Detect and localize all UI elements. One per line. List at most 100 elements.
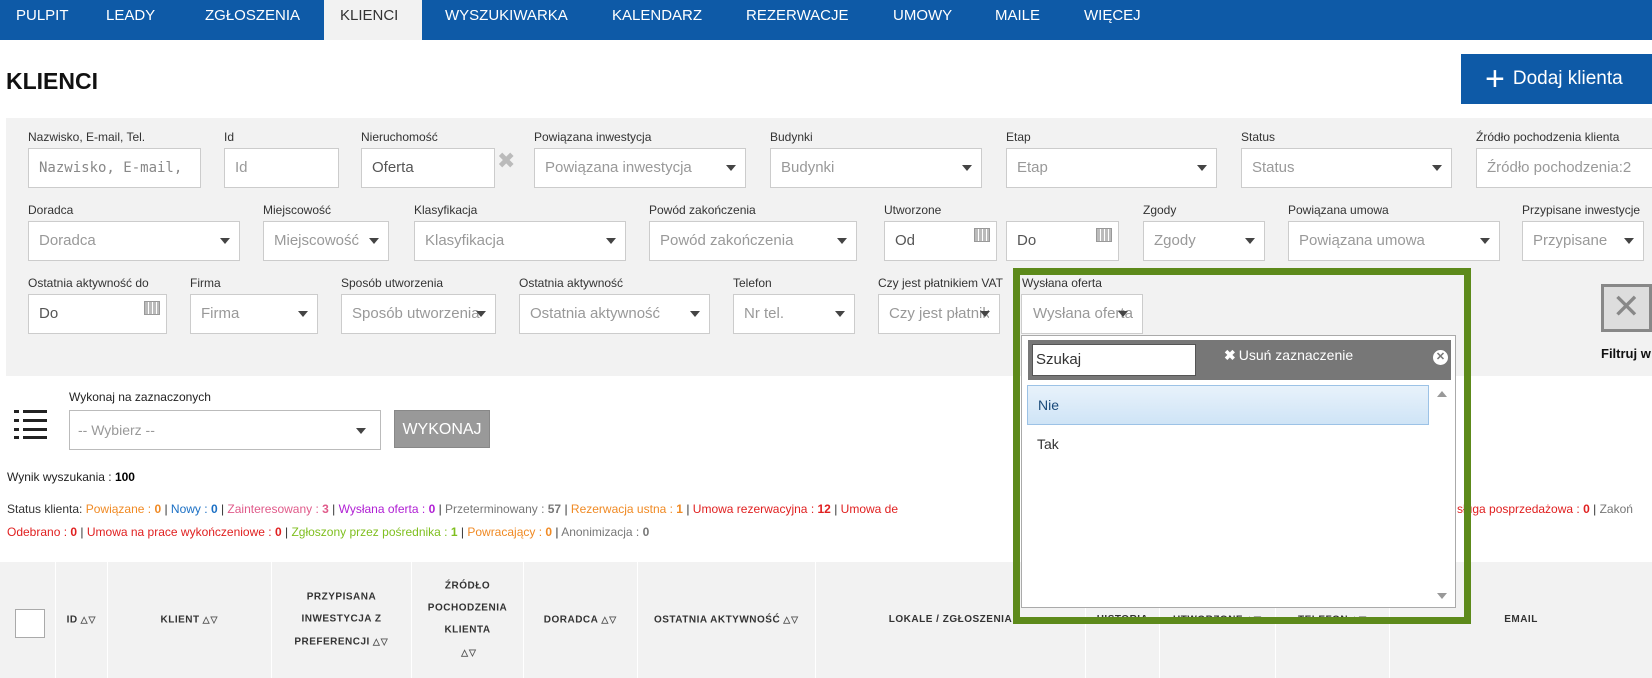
sort-icon: △▽ (783, 614, 800, 625)
status-link[interactable]: Zgłoszony przez pośrednika : (291, 525, 450, 539)
filter-label-vat: Czy jest płatnikiem VAT (878, 276, 1003, 290)
status-link[interactable]: Odebrano : (7, 525, 70, 539)
chevron-down-icon (369, 238, 379, 244)
filter-label-status: Status (1241, 130, 1276, 144)
bulk-action-select[interactable]: -- Wybierz -- (69, 410, 381, 450)
column-last-activity[interactable]: OSTATNIA AKTYWNOŚĆ △▽ (638, 562, 816, 678)
column-id[interactable]: ID △▽ (56, 562, 108, 678)
filter-label-classification: Klasyfikacja (414, 203, 478, 217)
classification-select[interactable]: Klasyfikacja (414, 221, 626, 261)
buildings-select[interactable]: Budynki (770, 148, 982, 188)
vat-payer-select[interactable]: Czy jest płatnikiem VAT (878, 294, 1000, 334)
add-client-button[interactable]: + Dodaj klienta (1461, 54, 1652, 104)
filter-label-phone: Telefon (733, 276, 772, 290)
list-icon[interactable] (14, 408, 47, 439)
dropdown-scrollbar[interactable] (1432, 385, 1452, 605)
nav-item-kalendarz[interactable]: KALENDARZ (596, 0, 718, 40)
id-input[interactable]: Id (224, 148, 339, 188)
nav-item-rezerwacje[interactable]: REZERWACJE (730, 0, 865, 40)
nav-item-wyszukiwarka[interactable]: WYSZUKIWARKA (429, 0, 584, 40)
filter-label-buildings: Budynki (770, 130, 813, 144)
status-link[interactable]: sługa posprzedażowa : (1457, 502, 1583, 516)
status-link[interactable]: Zainteresowany : (227, 502, 322, 516)
filter-label-investment: Powiązana inwestycja (534, 130, 652, 144)
status-link[interactable]: Powiązane : (86, 502, 155, 516)
status-link[interactable]: Umowa na prace wykończeniowe : (87, 525, 275, 539)
status-link[interactable]: Anonimizacja : (561, 525, 642, 539)
last-activity-select[interactable]: Ostatnia aktywność (519, 294, 710, 334)
clear-selection-button[interactable]: ✖ Usuń zaznaczenie (1224, 347, 1353, 364)
status-link[interactable]: Powracający : (467, 525, 545, 539)
nav-item-leady[interactable]: LEADY (90, 0, 171, 40)
chevron-down-icon (837, 238, 847, 244)
calendar-icon[interactable] (144, 301, 160, 315)
creation-method-select[interactable]: Sposób utworzenia (341, 294, 496, 334)
chevron-down-icon (726, 165, 736, 171)
column-client[interactable]: KLIENT △▽ (108, 562, 272, 678)
filter-label-company: Firma (190, 276, 221, 290)
dropdown-option-tak[interactable]: Tak (1027, 425, 1429, 465)
contract-select[interactable]: Powiązana umowa (1288, 221, 1500, 261)
assigned-investments-select[interactable]: Przypisane (1522, 221, 1644, 261)
dropdown-option-nie[interactable]: Nie (1027, 385, 1429, 425)
chevron-down-icon (1432, 165, 1442, 171)
results-count: Wynik wyszukania : 100 (7, 470, 135, 484)
select-all-checkbox[interactable] (15, 609, 45, 638)
status-link[interactable]: Wysłana oferta : (339, 502, 429, 516)
end-reason-select[interactable]: Powód zakończenia (649, 221, 857, 261)
calendar-icon[interactable] (974, 228, 990, 242)
consents-select[interactable]: Zgody (1143, 221, 1265, 261)
chevron-down-icon (1118, 311, 1128, 317)
nav-item-umowy[interactable]: UMOWY (877, 0, 968, 40)
source-select[interactable]: Źródło pochodzenia:2 (1476, 148, 1652, 188)
column-assigned-investment[interactable]: PRZYPISANA INWESTYCJA Z PREFERENCJI △▽ (272, 562, 412, 678)
sort-icon: △▽ (601, 614, 618, 625)
filter-button-label[interactable]: Filtruj w (1601, 346, 1651, 361)
dropdown-search-input[interactable]: Szukaj (1032, 344, 1196, 376)
offer-sent-select[interactable]: Wysłana oferta (1021, 294, 1143, 334)
nav-item-pulpit[interactable]: PULPIT (0, 0, 85, 40)
company-select[interactable]: Firma (190, 294, 318, 334)
chevron-down-icon (356, 428, 366, 434)
nav-item-klienci[interactable]: KLIENCI (324, 0, 422, 40)
status-link[interactable]: Przeterminowany : (445, 502, 548, 516)
status-link[interactable]: Zakoń (1600, 502, 1633, 516)
chevron-down-icon (1245, 238, 1255, 244)
close-dropdown-icon[interactable]: ✕ (1433, 350, 1448, 365)
name-email-tel-input[interactable]: Nazwisko, E-mail, Tel. (28, 148, 201, 188)
nav-item-wiecej[interactable]: WIĘCEJ (1068, 0, 1157, 40)
filter-label-id: Id (224, 130, 235, 144)
created-from-input[interactable]: Od (884, 221, 997, 261)
nav-item-zgloszenia[interactable]: ZGŁOSZENIA (189, 0, 316, 40)
execute-button[interactable]: WYKONAJ (394, 410, 490, 448)
city-select[interactable]: Miejscowość (263, 221, 389, 261)
last-activity-to-input[interactable]: Do (28, 294, 167, 334)
filter-label-creation-method: Sposób utworzenia (341, 276, 444, 290)
property-input[interactable]: Oferta (361, 148, 495, 188)
created-to-input[interactable]: Do (1006, 221, 1119, 261)
status-link[interactable]: Rezerwacja ustna : (571, 502, 676, 516)
clear-property-icon[interactable]: ✖ (497, 148, 515, 174)
filter-label-property: Nieruchomość (361, 130, 438, 144)
sort-icon: △▽ (461, 647, 477, 658)
status-link[interactable]: Nowy : (171, 502, 211, 516)
filter-clear-icon[interactable] (1601, 284, 1652, 332)
calendar-icon[interactable] (1096, 228, 1112, 242)
column-advisor[interactable]: DORADCA △▽ (524, 562, 638, 678)
stage-select[interactable]: Etap (1006, 148, 1217, 188)
bulk-action-placeholder: -- Wybierz -- (78, 422, 155, 438)
status-link[interactable]: Umowa de (841, 502, 898, 516)
plus-icon: + (1485, 60, 1505, 98)
phone-select[interactable]: Nr tel. (733, 294, 855, 334)
investment-select[interactable]: Powiązana inwestycja (534, 148, 746, 188)
filter-label-assigned: Przypisane inwestycje (1522, 203, 1641, 217)
filter-label-created: Utworzone (884, 203, 942, 217)
dropdown-toolbar: Szukaj ✖ Usuń zaznaczenie ✕ (1028, 340, 1451, 380)
chevron-down-icon (962, 165, 972, 171)
status-link[interactable]: Umowa rezerwacyjna : (693, 502, 818, 516)
advisor-select[interactable]: Doradca (28, 221, 240, 261)
column-source[interactable]: ŹRÓDŁO POCHODZENIA KLIENTA △▽ (412, 562, 524, 678)
status-select[interactable]: Status (1241, 148, 1452, 188)
sort-icon: △▽ (202, 614, 219, 625)
nav-item-maile[interactable]: MAILE (979, 0, 1056, 40)
